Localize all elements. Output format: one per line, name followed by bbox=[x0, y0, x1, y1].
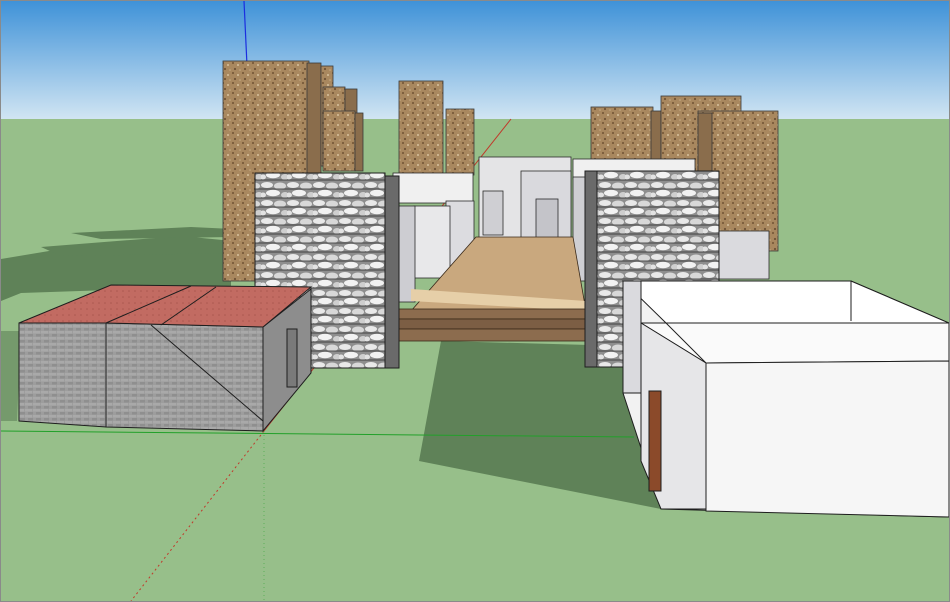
3d-model-scene[interactable] bbox=[1, 1, 949, 601]
red-roof-building bbox=[18, 284, 313, 433]
sketchup-viewport[interactable] bbox=[0, 0, 950, 602]
sky bbox=[1, 1, 949, 121]
white-building bbox=[621, 280, 949, 518]
